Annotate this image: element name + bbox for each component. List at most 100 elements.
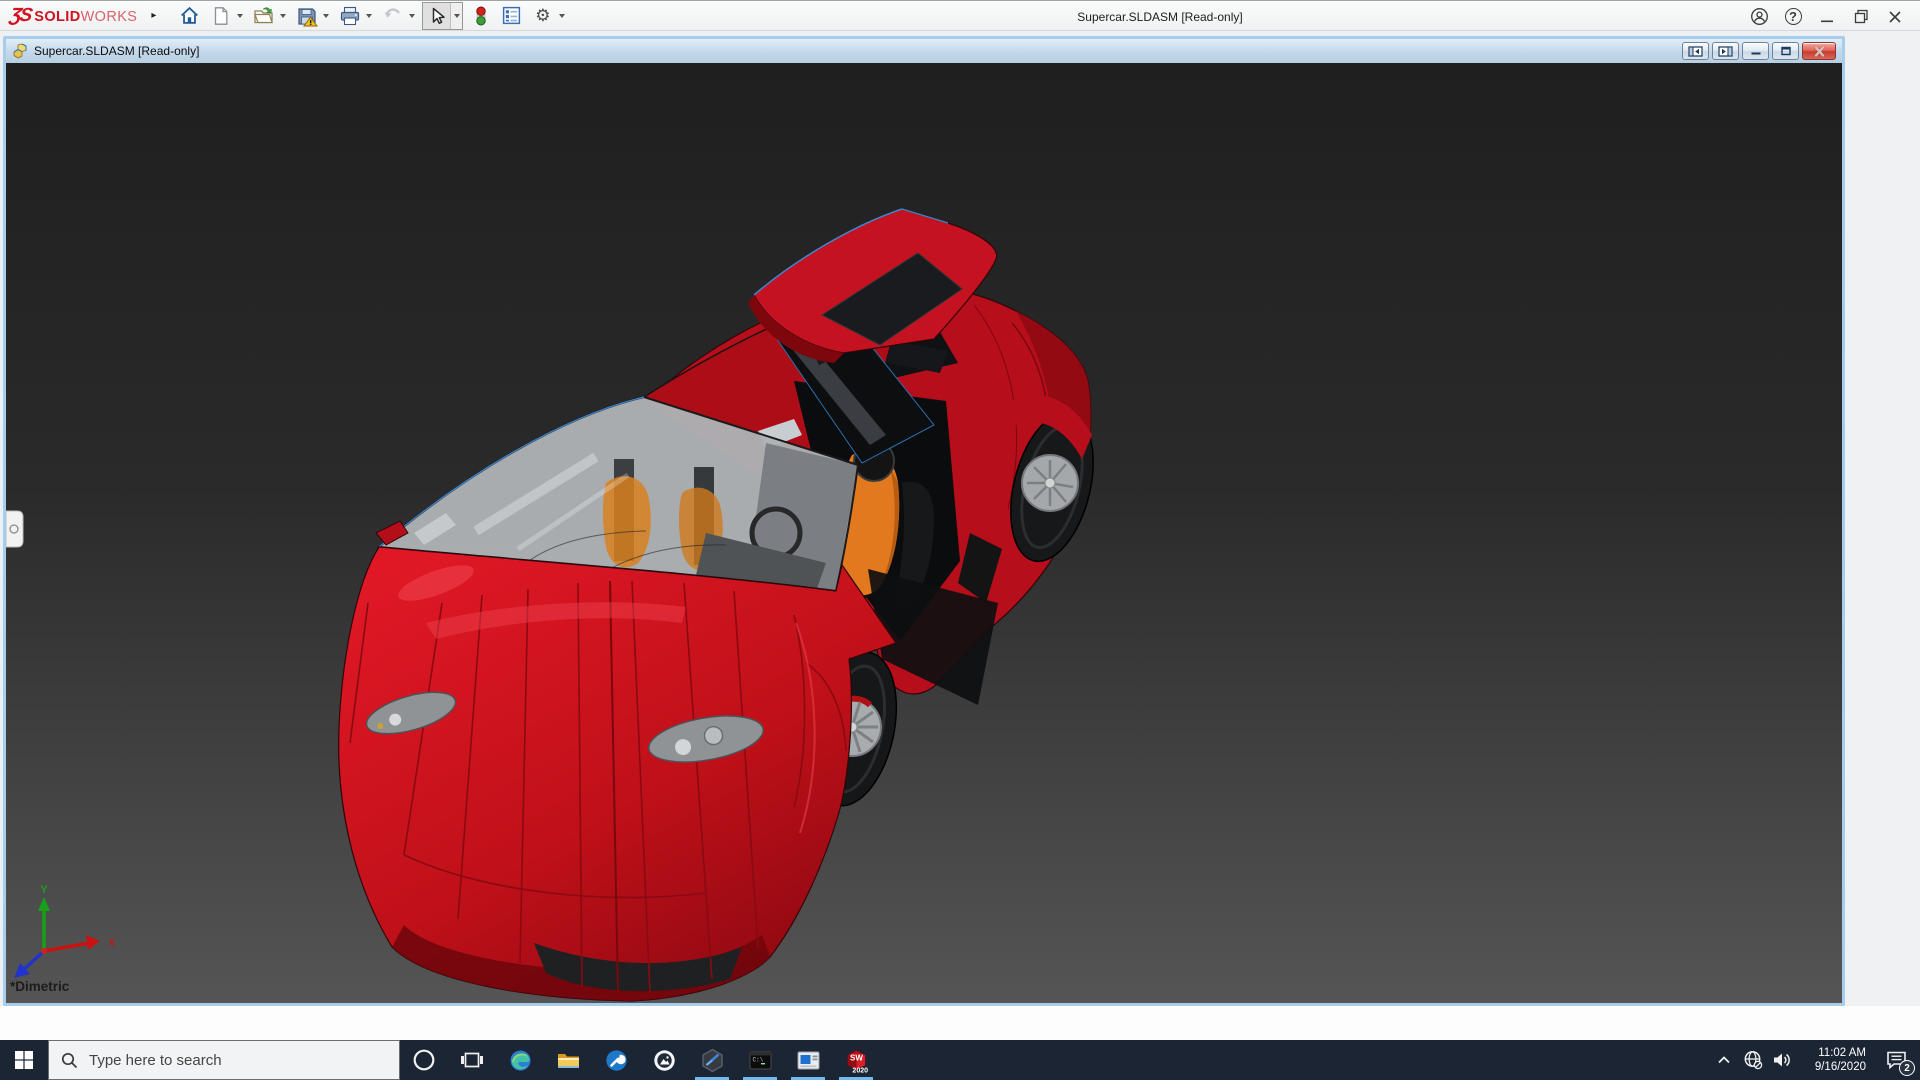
save-button[interactable] [293, 2, 320, 29]
solidworks-2020-icon: SW 2020 [843, 1047, 870, 1074]
triad-y-label: Y [40, 884, 48, 896]
tray-network-button[interactable] [1738, 1040, 1767, 1080]
start-button[interactable] [0, 1040, 48, 1080]
pane-right-button[interactable] [1712, 42, 1739, 60]
close-icon [1888, 10, 1902, 24]
system-tray: 11:02 AM 9/16/2020 2 [1709, 1040, 1920, 1080]
doc-minimize-button[interactable] [1742, 42, 1769, 60]
task-pane-strip [1845, 31, 1920, 1006]
undo-button[interactable] [379, 2, 406, 29]
taskbar-command-prompt-button[interactable]: C:\ [736, 1040, 784, 1080]
select-tool-group [422, 2, 463, 30]
solidworks-logo: ƷS SOLID WORKS [10, 5, 137, 27]
new-document-button[interactable] [207, 2, 234, 29]
assembly-icon [12, 43, 28, 59]
print-dropdown[interactable] [363, 2, 375, 29]
taskbar-hexagon-viewer-button[interactable] [688, 1040, 736, 1080]
print-icon [339, 5, 361, 27]
minimize-button[interactable] [1810, 1, 1844, 32]
notification-badge: 2 [1899, 1060, 1915, 1076]
clock-date: 9/16/2020 [1800, 1060, 1866, 1074]
taskbar-search[interactable] [48, 1040, 400, 1080]
home-button[interactable] [176, 2, 203, 29]
edge-icon [508, 1048, 533, 1073]
undo-dropdown[interactable] [406, 2, 418, 29]
graphics-viewport[interactable]: Y X *Dimetric [6, 63, 1842, 1003]
taskbar-clock[interactable]: 11:02 AM 9/16/2020 [1800, 1046, 1866, 1074]
windows-logo-icon [15, 1051, 33, 1069]
taskbar-app-buttons: C:\ SW 2020 [400, 1040, 880, 1080]
tray-chevron-button[interactable] [1709, 1040, 1738, 1080]
save-dropdown[interactable] [320, 2, 332, 29]
main-toolbar: ⚙ [176, 2, 572, 30]
close-icon [1813, 46, 1826, 57]
taskbar-task-view-button[interactable] [448, 1040, 496, 1080]
minimize-icon [1750, 46, 1762, 56]
select-tool-button[interactable] [423, 3, 450, 29]
pane-left-button[interactable] [1682, 42, 1709, 60]
file-explorer-icon [556, 1048, 581, 1073]
wrench-settings-icon [604, 1048, 629, 1073]
sw-year: 2020 [852, 1067, 868, 1074]
properties-icon [501, 5, 522, 26]
close-button[interactable] [1878, 1, 1912, 32]
menu-flyout-arrow[interactable]: ▸ [151, 10, 156, 21]
task-view-icon [460, 1048, 484, 1072]
restore-icon [1854, 9, 1869, 24]
network-globe-icon [1743, 1050, 1763, 1070]
status-bar [0, 1006, 1920, 1040]
triad-x-label: X [108, 937, 116, 949]
speaker-icon [1772, 1051, 1792, 1069]
taskbar-media-window-button[interactable] [784, 1040, 832, 1080]
cortana-icon [412, 1048, 436, 1072]
undo-icon [382, 5, 404, 27]
feature-tree-collapsed-tab[interactable] [6, 511, 23, 547]
document-titlebar[interactable]: Supercar.SLDASM [Read-only] [6, 39, 1842, 63]
new-document-icon [211, 6, 231, 26]
save-icon [296, 5, 318, 27]
media-window-icon [796, 1048, 821, 1073]
app-titlebar[interactable]: ƷS SOLID WORKS ▸ [0, 0, 1920, 31]
select-tool-dropdown[interactable] [450, 3, 462, 29]
taskbar-edge-button[interactable] [496, 1040, 544, 1080]
open-folder-icon [253, 5, 275, 27]
minimize-icon [1820, 10, 1834, 24]
doc-close-button[interactable] [1802, 42, 1836, 60]
pane-left-icon [1688, 46, 1703, 57]
solidworks-logo-mark: ƷS [8, 5, 32, 27]
properties-button[interactable] [498, 2, 525, 29]
tray-volume-button[interactable] [1767, 1040, 1796, 1080]
document-window-controls [1682, 42, 1836, 60]
hexagon-viewer-icon [700, 1048, 725, 1073]
options-dropdown[interactable] [556, 2, 568, 29]
clock-time: 11:02 AM [1800, 1046, 1866, 1060]
open-dropdown[interactable] [277, 2, 289, 29]
taskbar-wrench-settings-button[interactable] [592, 1040, 640, 1080]
taskbar-photos-button[interactable] [640, 1040, 688, 1080]
cmd-prompt-text: C:\ [752, 1056, 763, 1063]
view-orientation-label: *Dimetric [10, 979, 70, 994]
restore-button[interactable] [1844, 1, 1878, 32]
taskbar-cortana-button[interactable] [400, 1040, 448, 1080]
sw-letters: SW [850, 1053, 863, 1062]
app-window-controls: ? [1742, 1, 1912, 32]
taskbar-solidworks-button[interactable]: SW 2020 [832, 1040, 880, 1080]
supercar-model-scene: Y X *Dimetric [6, 63, 1842, 1003]
options-button[interactable]: ⚙ [529, 2, 556, 29]
document-title: Supercar.SLDASM [Read-only] [34, 44, 199, 58]
home-icon [179, 5, 200, 26]
print-button[interactable] [336, 2, 363, 29]
help-button[interactable]: ? [1776, 1, 1810, 32]
document-window: Supercar.SLDASM [Read-only] [3, 36, 1845, 1006]
chevron-up-icon [1717, 1055, 1731, 1065]
taskbar-file-explorer-button[interactable] [544, 1040, 592, 1080]
doc-restore-button[interactable] [1772, 42, 1799, 60]
search-input[interactable] [89, 1052, 359, 1069]
search-icon [61, 1052, 78, 1069]
restore-icon [1780, 46, 1792, 56]
rebuild-button[interactable] [467, 2, 494, 29]
account-button[interactable] [1742, 1, 1776, 32]
new-document-dropdown[interactable] [234, 2, 246, 29]
action-center-button[interactable]: 2 [1874, 1040, 1920, 1080]
open-button[interactable] [250, 2, 277, 29]
